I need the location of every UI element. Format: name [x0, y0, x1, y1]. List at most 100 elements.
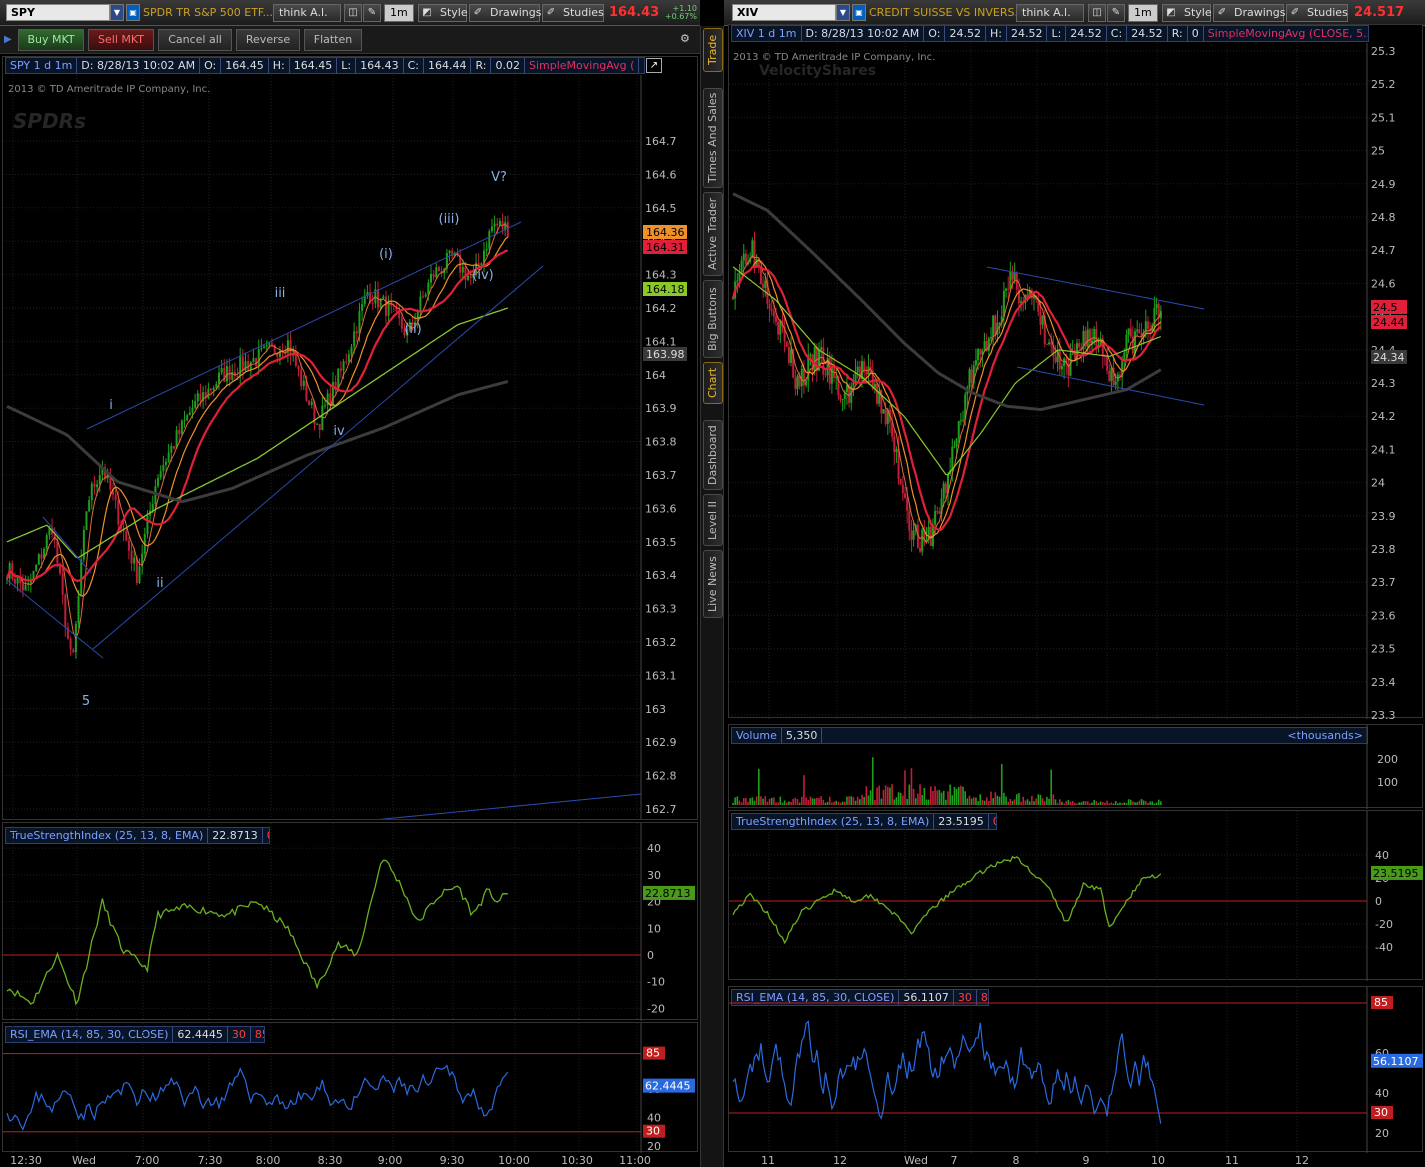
price-axis-label: 23.6 — [1371, 609, 1396, 622]
volume-bar — [775, 802, 777, 805]
studies-button-right[interactable]: Studies — [1302, 4, 1348, 22]
spy-rsi-panel[interactable]: RSI_EMA (14, 85, 30, CLOSE) 62.4445 30 8… — [2, 1022, 699, 1153]
xiv-volume-chart[interactable]: 200 100 — [729, 725, 1424, 809]
candle — [841, 398, 844, 400]
drawings-button-left[interactable]: Drawings — [485, 4, 541, 22]
candle — [37, 554, 40, 565]
interval-label: 1m — [390, 6, 408, 19]
volume-bar — [1074, 802, 1076, 805]
volume-bar — [1084, 801, 1087, 805]
xiv-tsi-panel[interactable]: TrueStrengthIndex (25, 13, 8, EMA) 23.51… — [728, 810, 1424, 981]
candle — [1138, 329, 1141, 334]
sma-red-line — [5, 249, 509, 583]
volume-bar — [880, 798, 883, 805]
interval-button-left[interactable]: 1m — [384, 4, 414, 22]
tab-live-news[interactable]: Live News — [703, 550, 723, 618]
volume-bar — [893, 799, 896, 805]
drawings-button-right[interactable]: Drawings — [1229, 4, 1285, 22]
candle — [1007, 288, 1010, 290]
time-frame-icon-right[interactable]: ◫ — [1088, 4, 1106, 22]
chart-settings-icon[interactable]: ↗ — [646, 58, 662, 73]
candle — [1048, 342, 1051, 345]
volume-bar — [1112, 803, 1115, 805]
volume-bar — [1000, 764, 1003, 805]
volume-bar — [973, 797, 975, 805]
link-icon-right[interactable]: ▣ — [852, 4, 866, 21]
tsi-axis-label: 40 — [1375, 849, 1389, 862]
volume-bar — [945, 799, 947, 805]
volume-bar — [975, 797, 977, 805]
tab-times-and-sales[interactable]: Times And Sales — [703, 88, 723, 188]
style-button-left[interactable]: Style — [435, 4, 468, 22]
volume-bar — [912, 788, 915, 805]
tab-active-trader[interactable]: Active Trader — [703, 192, 723, 276]
volume-bar — [822, 799, 825, 805]
candle — [448, 250, 451, 254]
xiv-rsi-chart[interactable]: 6040208556.110730 — [729, 987, 1424, 1153]
xiv-rsi-panel[interactable]: RSI_EMA (14, 85, 30, CLOSE) 56.1107 30 8… — [728, 986, 1424, 1153]
spy-price-panel[interactable]: SPY 1 d 1m D: 8/28/13 10:02 AM O: 164.45 … — [2, 56, 698, 820]
spy-tsi-panel[interactable]: TrueStrengthIndex (25, 13, 8, EMA) 22.87… — [2, 822, 699, 1021]
tab-level-ii[interactable]: Level II — [703, 494, 723, 546]
close-value: 164.44 — [424, 58, 472, 73]
think-ai-button-left[interactable]: think A.l. — [273, 4, 341, 22]
style-icon-right[interactable]: ◩ — [1162, 4, 1180, 22]
candle — [787, 346, 790, 363]
volume-bar — [1119, 802, 1121, 805]
xiv-volume-panel[interactable]: Volume 5,350 <thousands> 200 100 — [728, 724, 1424, 809]
volume-bar — [897, 792, 900, 805]
volume-bar — [1039, 794, 1042, 805]
spy-tsi-chart[interactable]: 403020100-10-2022.8713 — [3, 823, 699, 1021]
volume-bar — [764, 796, 767, 805]
high-label: H: — [986, 26, 1007, 41]
tab-chart[interactable]: Chart — [703, 362, 723, 404]
time-axis-label: 8:30 — [318, 1154, 343, 1167]
symbol-dropdown-right[interactable]: ▼ — [836, 4, 850, 21]
reverse-button[interactable]: Reverse — [236, 29, 300, 51]
link-icon-left[interactable]: ▣ — [126, 4, 140, 21]
xiv-tsi-chart[interactable]: 40200-20-4023.5195 — [729, 811, 1424, 981]
candle — [215, 383, 218, 388]
wrench-icon-left[interactable]: ✎ — [363, 4, 381, 22]
volume-bar — [1093, 800, 1095, 805]
interval-label: 1m — [1134, 6, 1152, 19]
rsi-value-tag-label: 62.4445 — [645, 1080, 691, 1093]
symbol-input-left[interactable]: SPY — [6, 4, 110, 21]
candle — [955, 438, 958, 447]
volume-bar — [844, 801, 846, 805]
cancel-all-button[interactable]: Cancel all — [158, 29, 232, 51]
price-axis-label: 23.7 — [1371, 576, 1396, 589]
xiv-price-chart[interactable]: 25.325.225.12524.924.824.724.624.524.424… — [729, 43, 1424, 719]
tab-big-buttons[interactable]: Big Buttons — [703, 280, 723, 358]
spy-info-bar: SPY 1 d 1m D: 8/28/13 10:02 AM O: 164.45 … — [5, 57, 645, 74]
symbol-input-right[interactable]: XIV — [732, 4, 836, 21]
volume-bar — [936, 790, 939, 805]
volume-axis-label: 100 — [1377, 776, 1398, 789]
time-frame-icon-left[interactable]: ◫ — [344, 4, 362, 22]
spy-rsi-chart[interactable]: 6040208562.444530 — [3, 1023, 699, 1153]
settings-icon[interactable]: ⚙ — [680, 32, 690, 45]
collapse-arrow-icon[interactable]: ▶ — [4, 34, 12, 45]
tab-trade[interactable]: Trade — [703, 28, 723, 72]
sell-mkt-button[interactable]: Sell MKT — [88, 29, 154, 51]
volume-bar — [1097, 803, 1100, 805]
last-price-left: 164.43 — [609, 5, 660, 20]
chart-label: XIV 1 d 1m — [732, 26, 802, 41]
tab-dashboard[interactable]: Dashboard — [703, 420, 723, 490]
volume-bar — [887, 786, 889, 805]
wrench-icon-right[interactable]: ✎ — [1107, 4, 1125, 22]
buy-mkt-button[interactable]: Buy MKT — [18, 29, 84, 51]
volume-bar — [1011, 800, 1014, 805]
volume-bar — [1054, 799, 1057, 805]
style-icon-left[interactable]: ◩ — [418, 4, 436, 22]
studies-button-left[interactable]: Studies — [558, 4, 604, 22]
volume-bar — [895, 797, 898, 805]
xiv-price-panel[interactable]: XIV 1 d 1m D: 8/28/13 10:02 AM O: 24.52 H… — [728, 24, 1424, 719]
spy-price-chart[interactable]: 164.7164.6164.5164.4164.3164.2164.116416… — [3, 75, 699, 819]
style-button-right[interactable]: Style — [1179, 4, 1212, 22]
interval-button-right[interactable]: 1m — [1128, 4, 1158, 22]
volume-bar — [1059, 799, 1061, 805]
flatten-button[interactable]: Flatten — [304, 29, 362, 51]
symbol-dropdown-left[interactable]: ▼ — [110, 4, 124, 21]
think-ai-button-right[interactable]: think A.l. — [1016, 4, 1084, 22]
